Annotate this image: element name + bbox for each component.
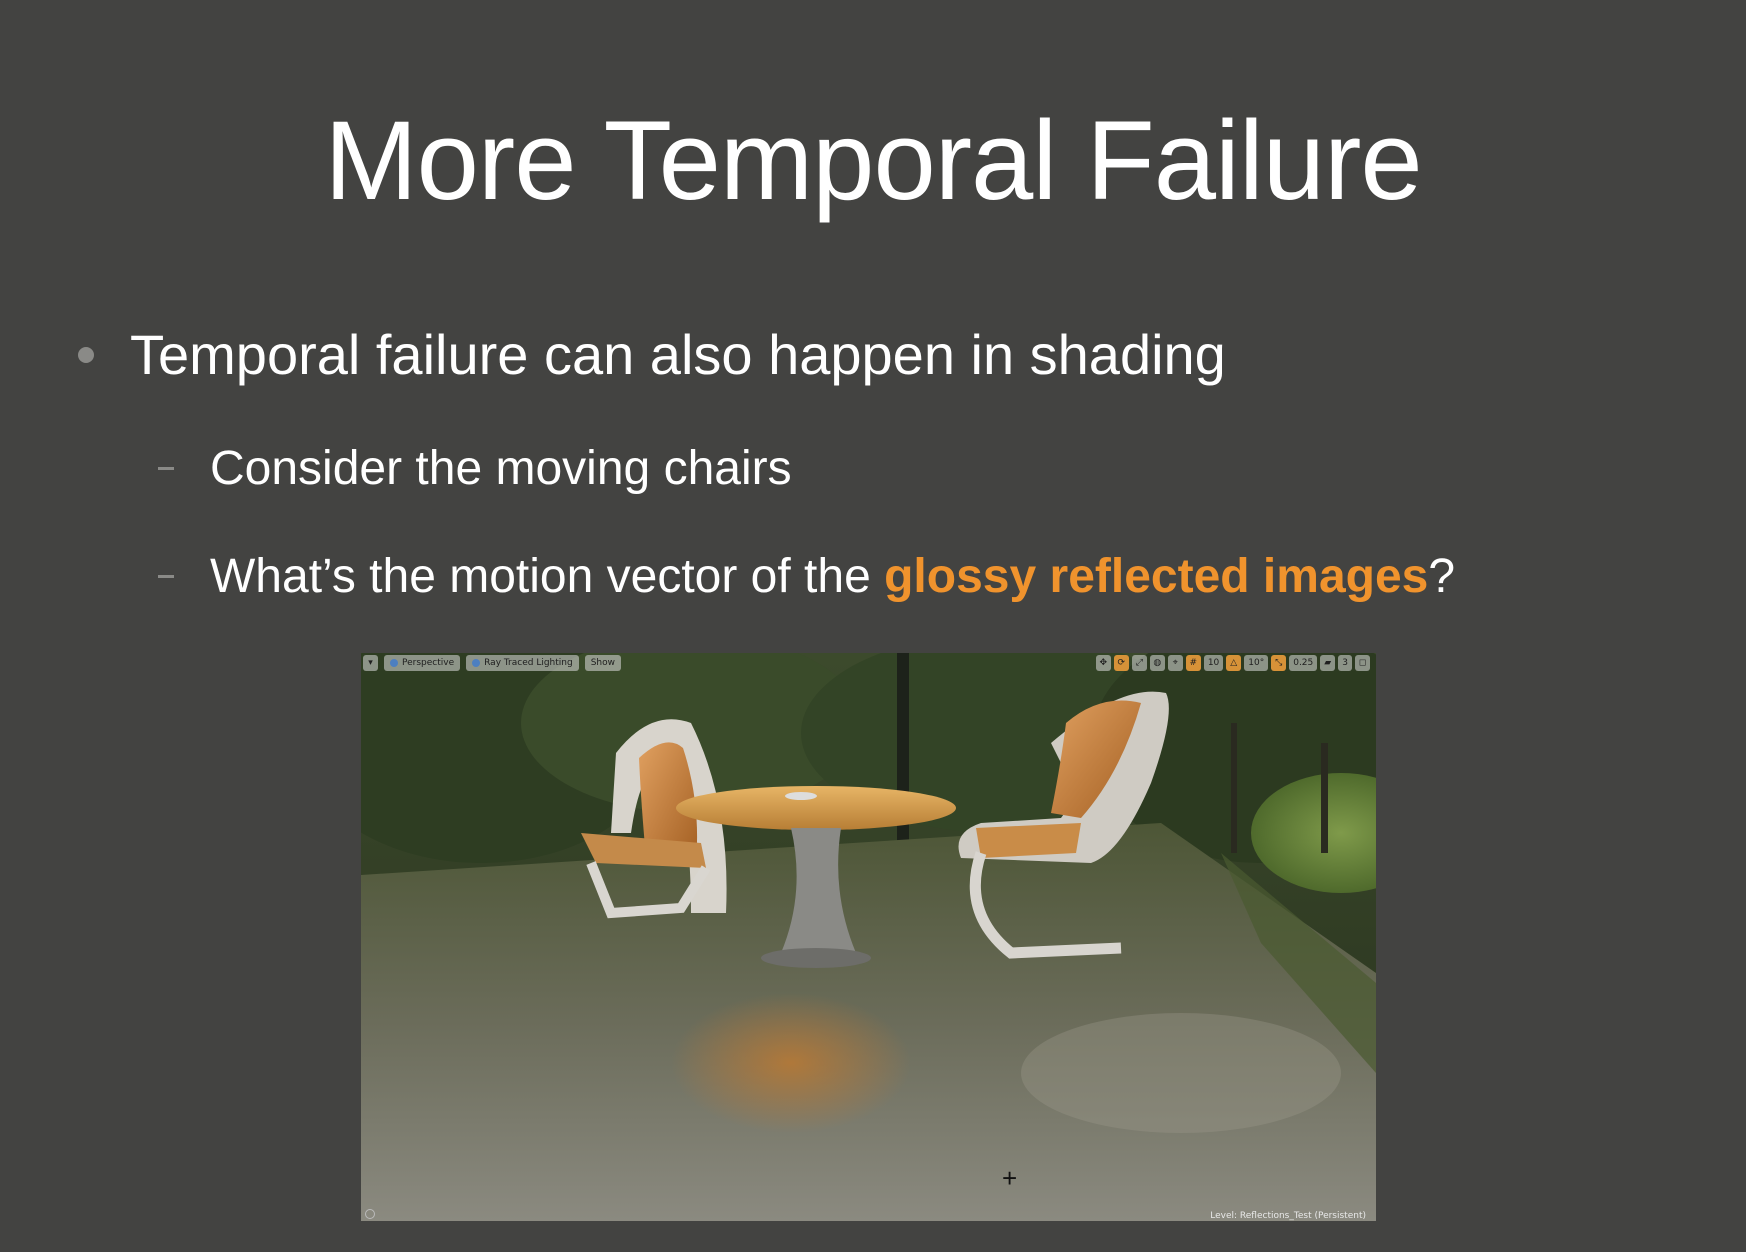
scale-tool-icon[interactable]: ⤢: [1131, 655, 1147, 671]
camera-speed-value[interactable]: 3: [1338, 655, 1352, 671]
dropdown-arrow-icon[interactable]: ▾: [363, 655, 378, 671]
show-button[interactable]: Show: [584, 655, 622, 671]
perspective-button[interactable]: Perspective: [384, 655, 461, 671]
sub-bullet-1-text: Consider the moving chairs: [210, 442, 792, 495]
camera-speed-icon[interactable]: ▰: [1320, 655, 1336, 671]
sub-bullet-2: What’s the motion vector of the glossy r…: [158, 549, 1455, 604]
scale-snap-value[interactable]: 0.25: [1289, 655, 1318, 671]
rotation-snap-icon[interactable]: △: [1226, 655, 1242, 671]
camera-icon: [390, 659, 398, 667]
viewport-toolbar-right: ✥ ⟳ ⤢ ◍ ⌖ # 10 △ 10° ⤡ 0.25 ▰ 3 ◻: [1095, 655, 1370, 671]
sub-bullet-2-suffix: ?: [1428, 550, 1456, 603]
show-label: Show: [590, 658, 616, 668]
maximize-viewport-icon[interactable]: ◻: [1355, 655, 1370, 671]
axis-gizmo-icon: [365, 1209, 375, 1219]
sub-bullet-2-text: What’s the motion vector of the glossy r…: [210, 549, 1455, 604]
perspective-label: Perspective: [402, 658, 455, 668]
grid-snap-value[interactable]: 10: [1203, 655, 1224, 671]
move-tool-icon[interactable]: ✥: [1095, 655, 1111, 671]
lighting-mode-button[interactable]: Ray Traced Lighting: [466, 655, 579, 671]
grid-snap-icon[interactable]: #: [1185, 655, 1201, 671]
surface-snap-icon[interactable]: ⌖: [1167, 655, 1183, 671]
highlighted-phrase: glossy reflected images: [884, 550, 1429, 603]
lighting-mode-label: Ray Traced Lighting: [484, 658, 573, 668]
lighting-icon: [472, 659, 481, 667]
rotation-snap-value[interactable]: 10°: [1244, 655, 1269, 671]
scale-snap-icon[interactable]: ⤡: [1271, 655, 1287, 671]
render-viewport[interactable]: ▾ Perspective Ray Traced Lighting Show ✥…: [361, 653, 1376, 1221]
bullet-dot-icon: [78, 346, 94, 363]
bullet-1: Temporal failure can also happen in shad…: [78, 322, 1226, 387]
rotate-tool-icon[interactable]: ⟳: [1113, 655, 1129, 671]
sub-bullet-2-prefix: What’s the motion vector of the: [210, 550, 885, 603]
viewport-toolbar-left: ▾ Perspective Ray Traced Lighting Show: [363, 655, 622, 671]
bullet-dash-icon: [158, 467, 174, 470]
bullet-dash-icon: [158, 575, 174, 578]
crosshair-icon: +: [1002, 1163, 1018, 1193]
scene-render: [361, 653, 1376, 1221]
slide-title: More Temporal Failure: [324, 98, 1422, 223]
bullet-1-text: Temporal failure can also happen in shad…: [130, 323, 1226, 386]
world-space-icon[interactable]: ◍: [1149, 655, 1165, 671]
sub-bullet-1: Consider the moving chairs: [158, 441, 792, 496]
level-label: Level: Reflections_Test (Persistent): [1210, 1211, 1366, 1221]
